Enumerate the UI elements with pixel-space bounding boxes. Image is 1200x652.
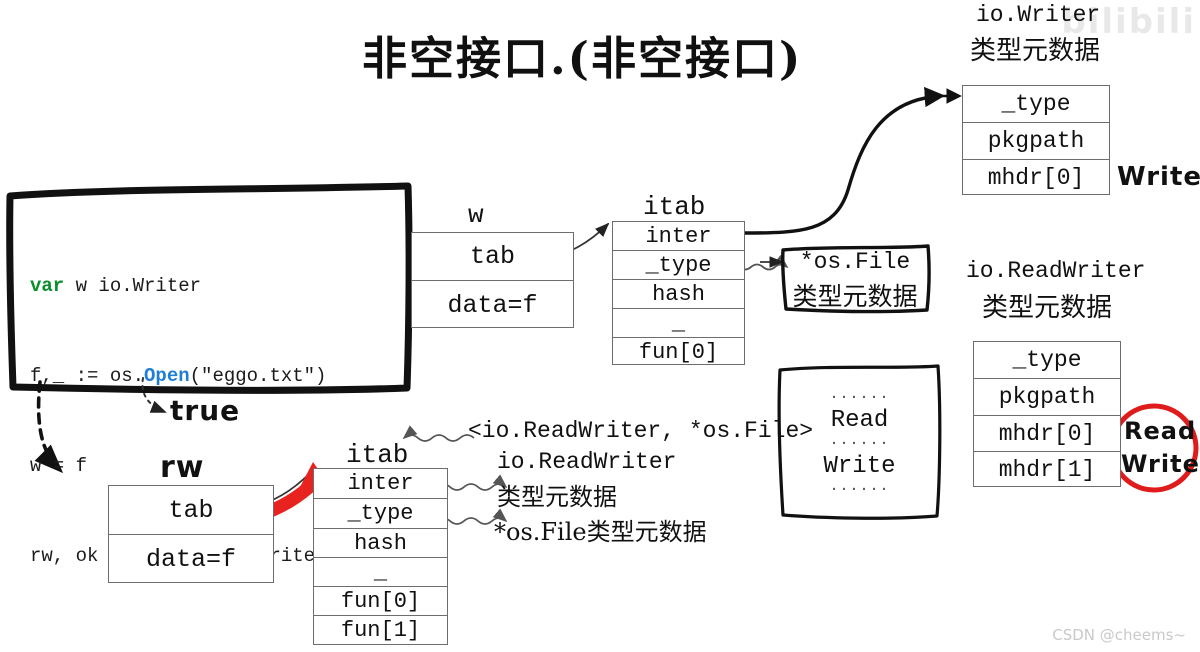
methods-write: Write (823, 452, 896, 480)
itab-bottom-label: itab (346, 440, 409, 470)
itab-bottom-row-blank: _ (314, 558, 447, 587)
w-iface-struct: tab data=f (411, 232, 574, 328)
rw-variable-label: rw (160, 450, 205, 485)
io-readwriter-method-read: Read (1124, 417, 1197, 445)
io-readwriter-row-mhdr1: mhdr[1] (998, 457, 1096, 483)
osfile-meta-line1: *os.File (799, 249, 911, 275)
io-writer-method-write: Write (1117, 162, 1200, 192)
methods-dots-2: ······ (829, 434, 890, 452)
methods-read: Read (830, 406, 889, 434)
code-line-2-a: f,_ := os. (30, 365, 145, 387)
osfile-meta-box: *os.File 类型元数据 (786, 249, 924, 311)
io-readwriter-meta-title: io.ReadWriter (966, 258, 1146, 284)
itab-top-row-blank: _ (613, 309, 744, 338)
rw-iface-row-tab: tab (109, 486, 273, 535)
osfile-meta-line2: 类型元数据 (792, 282, 918, 311)
itab-bottom-row-type: _type (314, 499, 447, 529)
osfile-meta-annotation: *os.File类型元数据 (494, 518, 707, 546)
io-writer-row-type: _type (963, 86, 1109, 123)
readwriter-meta-annotation-line1: io.ReadWriter (497, 449, 677, 475)
w-iface-row-data: data=f (447, 290, 538, 320)
page-title: 非空接口.(非空接口) (362, 32, 803, 85)
csdn-watermark: CSDN @cheems~ (1052, 626, 1186, 644)
rw-iface-struct: tab data=f (108, 485, 274, 583)
true-label: true (170, 394, 241, 427)
methods-dots-3: ······ (829, 480, 890, 498)
io-writer-meta-struct: _type pkgpath mhdr[0] (962, 85, 1110, 195)
inter-to-iowriter-arrow (743, 86, 946, 235)
io-writer-meta-title: io.Writer (976, 2, 1101, 28)
itab-bottom-row-fun1: fun[1] (340, 617, 421, 643)
methods-dots-1: ······ (829, 388, 890, 406)
io-readwriter-method-write: Write (1121, 450, 1200, 478)
code-line-2-c: ("eggo.txt") (189, 365, 327, 387)
diagram-canvas: bilibili CSDN @cheems~ 非空接口.(非空接口) var w… (0, 0, 1200, 652)
itab-bottom-struct: inter _type hash _ fun[0] fun[1] (313, 468, 448, 645)
keyword-var: var (30, 275, 65, 297)
itab-top-row-inter: inter (613, 222, 744, 251)
io-readwriter-meta-struct: _type pkgpath mhdr[0] mhdr[1] (973, 341, 1121, 487)
generic-pair-annotation: <io.ReadWriter, *os.File> (468, 418, 814, 444)
w-variable-label: w (468, 200, 484, 230)
code-line-1: var w io.Writer (30, 271, 338, 301)
itab-bottom-row-inter: inter (314, 469, 447, 499)
itab-top-row-hash: hash (613, 280, 744, 309)
keyword-open: Open (144, 365, 190, 387)
itab-top-row-type: _type (613, 251, 744, 280)
itab-generic-pair-squiggle (402, 425, 475, 442)
code-snippet-box: var w io.Writer f,_ := os.Open("eggo.txt… (8, 185, 412, 567)
itab-top-label: itab (643, 192, 706, 222)
w-iface-row-tab: tab (412, 233, 573, 281)
io-readwriter-row-pkgpath: pkgpath (974, 379, 1120, 416)
io-writer-row-pkgpath: pkgpath (963, 123, 1109, 160)
rw-iface-row-data: data=f (145, 545, 236, 574)
io-readwriter-row-type: _type (974, 342, 1120, 379)
itab-bottom-row-hash: hash (314, 529, 447, 558)
io-readwriter-row-mhdr0: mhdr[0] (974, 416, 1120, 452)
itab-top-struct: inter _type hash _ fun[0] (612, 221, 745, 365)
io-writer-meta-subtitle: 类型元数据 (970, 36, 1101, 66)
io-writer-row-mhdr0: mhdr[0] (987, 165, 1085, 191)
itab-top-row-fun0: fun[0] (638, 339, 719, 365)
code-line-1-rest: w io.Writer (64, 275, 202, 297)
io-readwriter-meta-subtitle: 类型元数据 (982, 293, 1113, 323)
itab-bottom-row-fun0: fun[0] (314, 587, 447, 616)
readwriter-meta-annotation-line2: 类型元数据 (497, 483, 617, 511)
code-line-2: f,_ := os.Open("eggo.txt") (30, 361, 338, 391)
